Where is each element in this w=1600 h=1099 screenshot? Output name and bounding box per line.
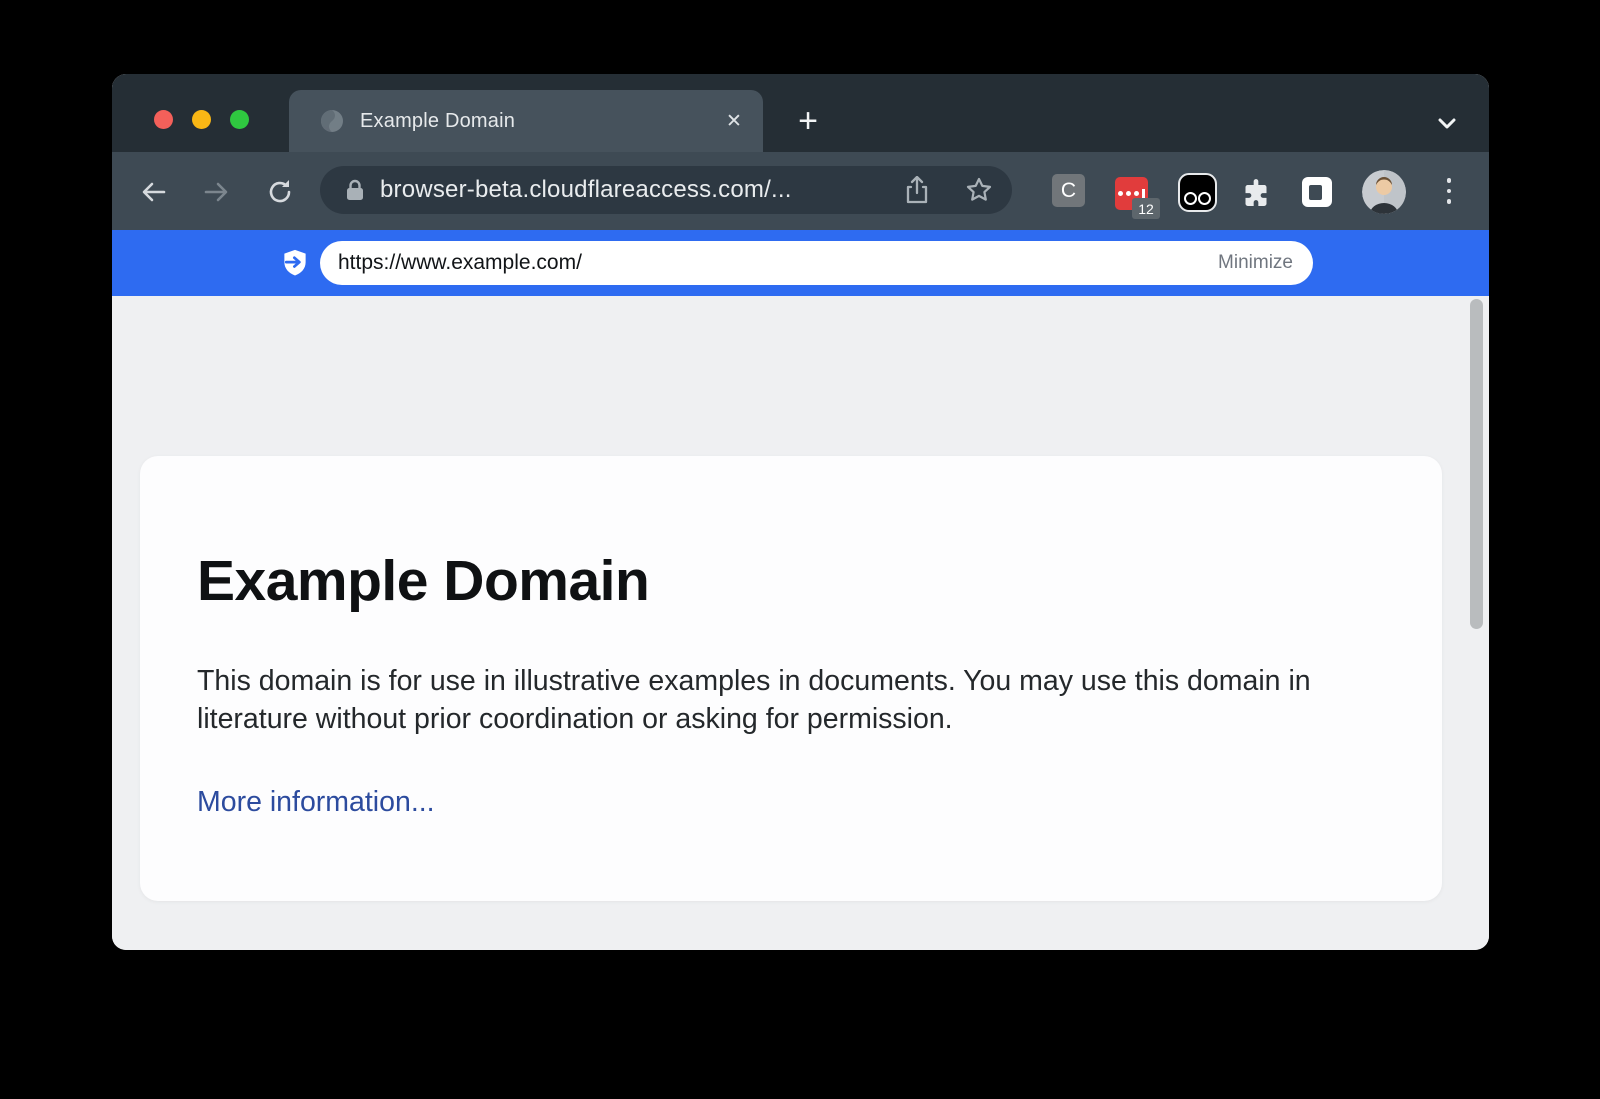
- extensions-puzzle-icon[interactable]: [1242, 178, 1270, 206]
- side-panel-icon[interactable]: [1302, 177, 1332, 207]
- profile-avatar[interactable]: [1362, 170, 1406, 214]
- address-bar[interactable]: browser-beta.cloudflareaccess.com/...: [320, 166, 1012, 214]
- lock-icon: [346, 179, 364, 201]
- share-icon[interactable]: [900, 173, 934, 207]
- address-bar-url: browser-beta.cloudflareaccess.com/...: [380, 176, 900, 204]
- extension-badge-count: 12: [1132, 198, 1160, 219]
- content-card: Example Domain This domain is for use in…: [140, 456, 1442, 901]
- new-tab-button[interactable]: +: [790, 103, 826, 139]
- tab-close-icon[interactable]: ✕: [719, 106, 749, 136]
- minimize-window-button[interactable]: [192, 110, 211, 129]
- chevron-down-icon[interactable]: [1432, 108, 1462, 138]
- page-viewport: Example Domain This domain is for use in…: [112, 296, 1489, 950]
- browser-menu-icon[interactable]: [1434, 174, 1464, 208]
- forward-button[interactable]: [200, 176, 232, 208]
- browser-window: Example Domain ✕ + browser-beta.cloudfla…: [112, 74, 1489, 950]
- more-information-link[interactable]: More information...: [197, 786, 435, 819]
- minimize-button[interactable]: Minimize: [1218, 252, 1293, 274]
- scrollbar-thumb[interactable]: [1470, 299, 1483, 629]
- bookmark-star-icon[interactable]: [962, 173, 996, 207]
- isolated-url-pill: Minimize: [320, 241, 1313, 285]
- camera-extension-icon[interactable]: [1178, 173, 1217, 212]
- toolbar: browser-beta.cloudflareaccess.com/... C …: [112, 152, 1489, 230]
- shield-arrow-icon: [280, 248, 310, 278]
- tab-example-domain[interactable]: Example Domain ✕: [289, 90, 763, 152]
- back-button[interactable]: [138, 176, 170, 208]
- extension-c-icon[interactable]: C: [1052, 174, 1085, 207]
- reload-button[interactable]: [264, 176, 296, 208]
- globe-favicon-icon: [320, 109, 344, 133]
- tab-strip: Example Domain ✕ +: [112, 74, 1489, 152]
- close-window-button[interactable]: [154, 110, 173, 129]
- isolated-url-input[interactable]: [338, 251, 1218, 275]
- tab-title: Example Domain: [360, 110, 719, 133]
- fullscreen-window-button[interactable]: [230, 110, 249, 129]
- page-paragraph: This domain is for use in illustrative e…: [197, 662, 1357, 738]
- page-heading: Example Domain: [197, 550, 649, 612]
- isolation-bar: Minimize: [112, 230, 1489, 296]
